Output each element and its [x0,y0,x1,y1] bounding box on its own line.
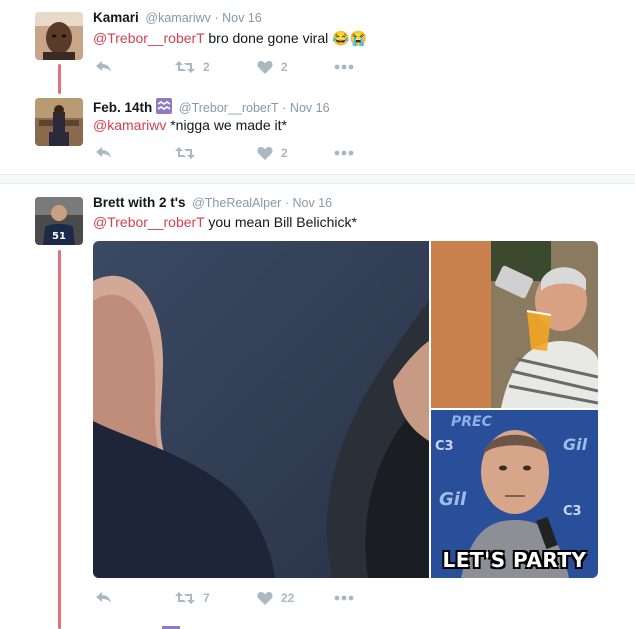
heart-icon [257,591,273,605]
reply-icon [96,61,111,72]
retweet-count: 7 [203,591,210,605]
reply-icon [96,147,111,158]
heart-icon [257,60,273,74]
tweet-text: @Trebor__roberT you mean Bill Belichick* [93,214,357,230]
mention-link[interactable]: @kamariwv [93,117,166,133]
display-name[interactable]: Brett with 2 t's [93,195,185,210]
media-caption: LET'S PARTY [442,548,587,572]
display-name[interactable]: Feb. 14th [93,100,152,115]
like-count: 2 [281,146,288,160]
media-photo-press[interactable]: PREC Gil Gil C3 C3 LET'S PARTY [431,410,598,578]
media-photo-hoodie[interactable] [93,241,429,578]
retweet-button[interactable]: 2 [175,57,210,77]
retweet-icon [175,592,195,604]
tweet-header: Brett with 2 t's @TheRealAlper · Nov 16 [93,195,332,210]
tweet-actions: 2 [93,143,393,163]
avatar[interactable] [35,98,83,146]
reply-button[interactable] [95,588,113,608]
like-count: 22 [281,591,295,605]
mention-link[interactable]: @Trebor__roberT [93,214,204,230]
conversation-divider [0,174,635,184]
username[interactable]: @Trebor__roberT [179,101,279,115]
like-count: 2 [281,60,288,74]
like-button[interactable]: 22 [257,588,294,608]
more-icon [334,64,354,70]
username[interactable]: @kamariwv [145,11,210,25]
avatar[interactable]: 51 [35,197,83,245]
svg-text:Gil: Gil [563,435,588,454]
reply-button[interactable] [95,57,113,77]
mention-link[interactable]: @Trebor__roberT [93,30,204,46]
more-icon [334,595,354,601]
svg-text:Gil: Gil [439,489,467,510]
tweet-text: @Trebor__roberT bro done gone viral 😂😭 [93,30,367,47]
tweet-body: *nigga we made it* [166,117,287,133]
username[interactable]: @TheRealAlper [192,196,281,210]
retweet-icon [175,61,195,73]
timestamp[interactable]: · Nov 16 [215,11,262,25]
retweet-icon [175,147,195,159]
retweet-count: 2 [203,60,210,74]
reply-button[interactable] [95,143,113,163]
avatar[interactable] [35,12,83,60]
retweet-button[interactable] [175,143,195,163]
svg-text:51: 51 [52,231,66,242]
tweet-body: you mean Bill Belichick* [204,214,357,230]
tweet-header: Feb. 14th @Trebor__roberT · Nov 16 [93,98,330,117]
more-icon [334,150,354,156]
svg-text:C3: C3 [563,504,582,519]
tweet-kamari[interactable]: Kamari @kamariwv · Nov 16 @Trebor__rober… [0,0,635,88]
svg-text:C3: C3 [435,439,454,454]
more-button[interactable] [334,57,354,77]
more-button[interactable] [334,143,354,163]
tweet-body: bro done gone viral 😂😭 [204,30,367,46]
retweet-button[interactable]: 7 [175,588,210,608]
thread-connector [58,250,61,629]
more-button[interactable] [334,588,354,608]
tweet-media[interactable]: PREC Gil Gil C3 C3 LET'S PARTY [93,241,598,578]
display-name[interactable]: Kamari [93,10,139,25]
tweet-actions: 2 2 [93,57,393,77]
timestamp[interactable]: · Nov 16 [282,101,329,115]
tweet-header: Kamari @kamariwv · Nov 16 [93,10,262,25]
aquarius-icon [156,98,173,117]
tweet-feb14[interactable]: Feb. 14th @Trebor__roberT · Nov 16 @kama… [0,88,635,173]
like-button[interactable]: 2 [257,57,288,77]
like-button[interactable]: 2 [257,143,288,163]
tweet-actions: 7 22 [93,588,393,608]
tweet-text: @kamariwv *nigga we made it* [93,117,287,133]
svg-text:PREC: PREC [451,414,493,430]
timestamp[interactable]: · Nov 16 [285,196,332,210]
reply-icon [96,592,111,603]
media-photo-drinking[interactable] [431,241,598,408]
heart-icon [257,146,273,160]
